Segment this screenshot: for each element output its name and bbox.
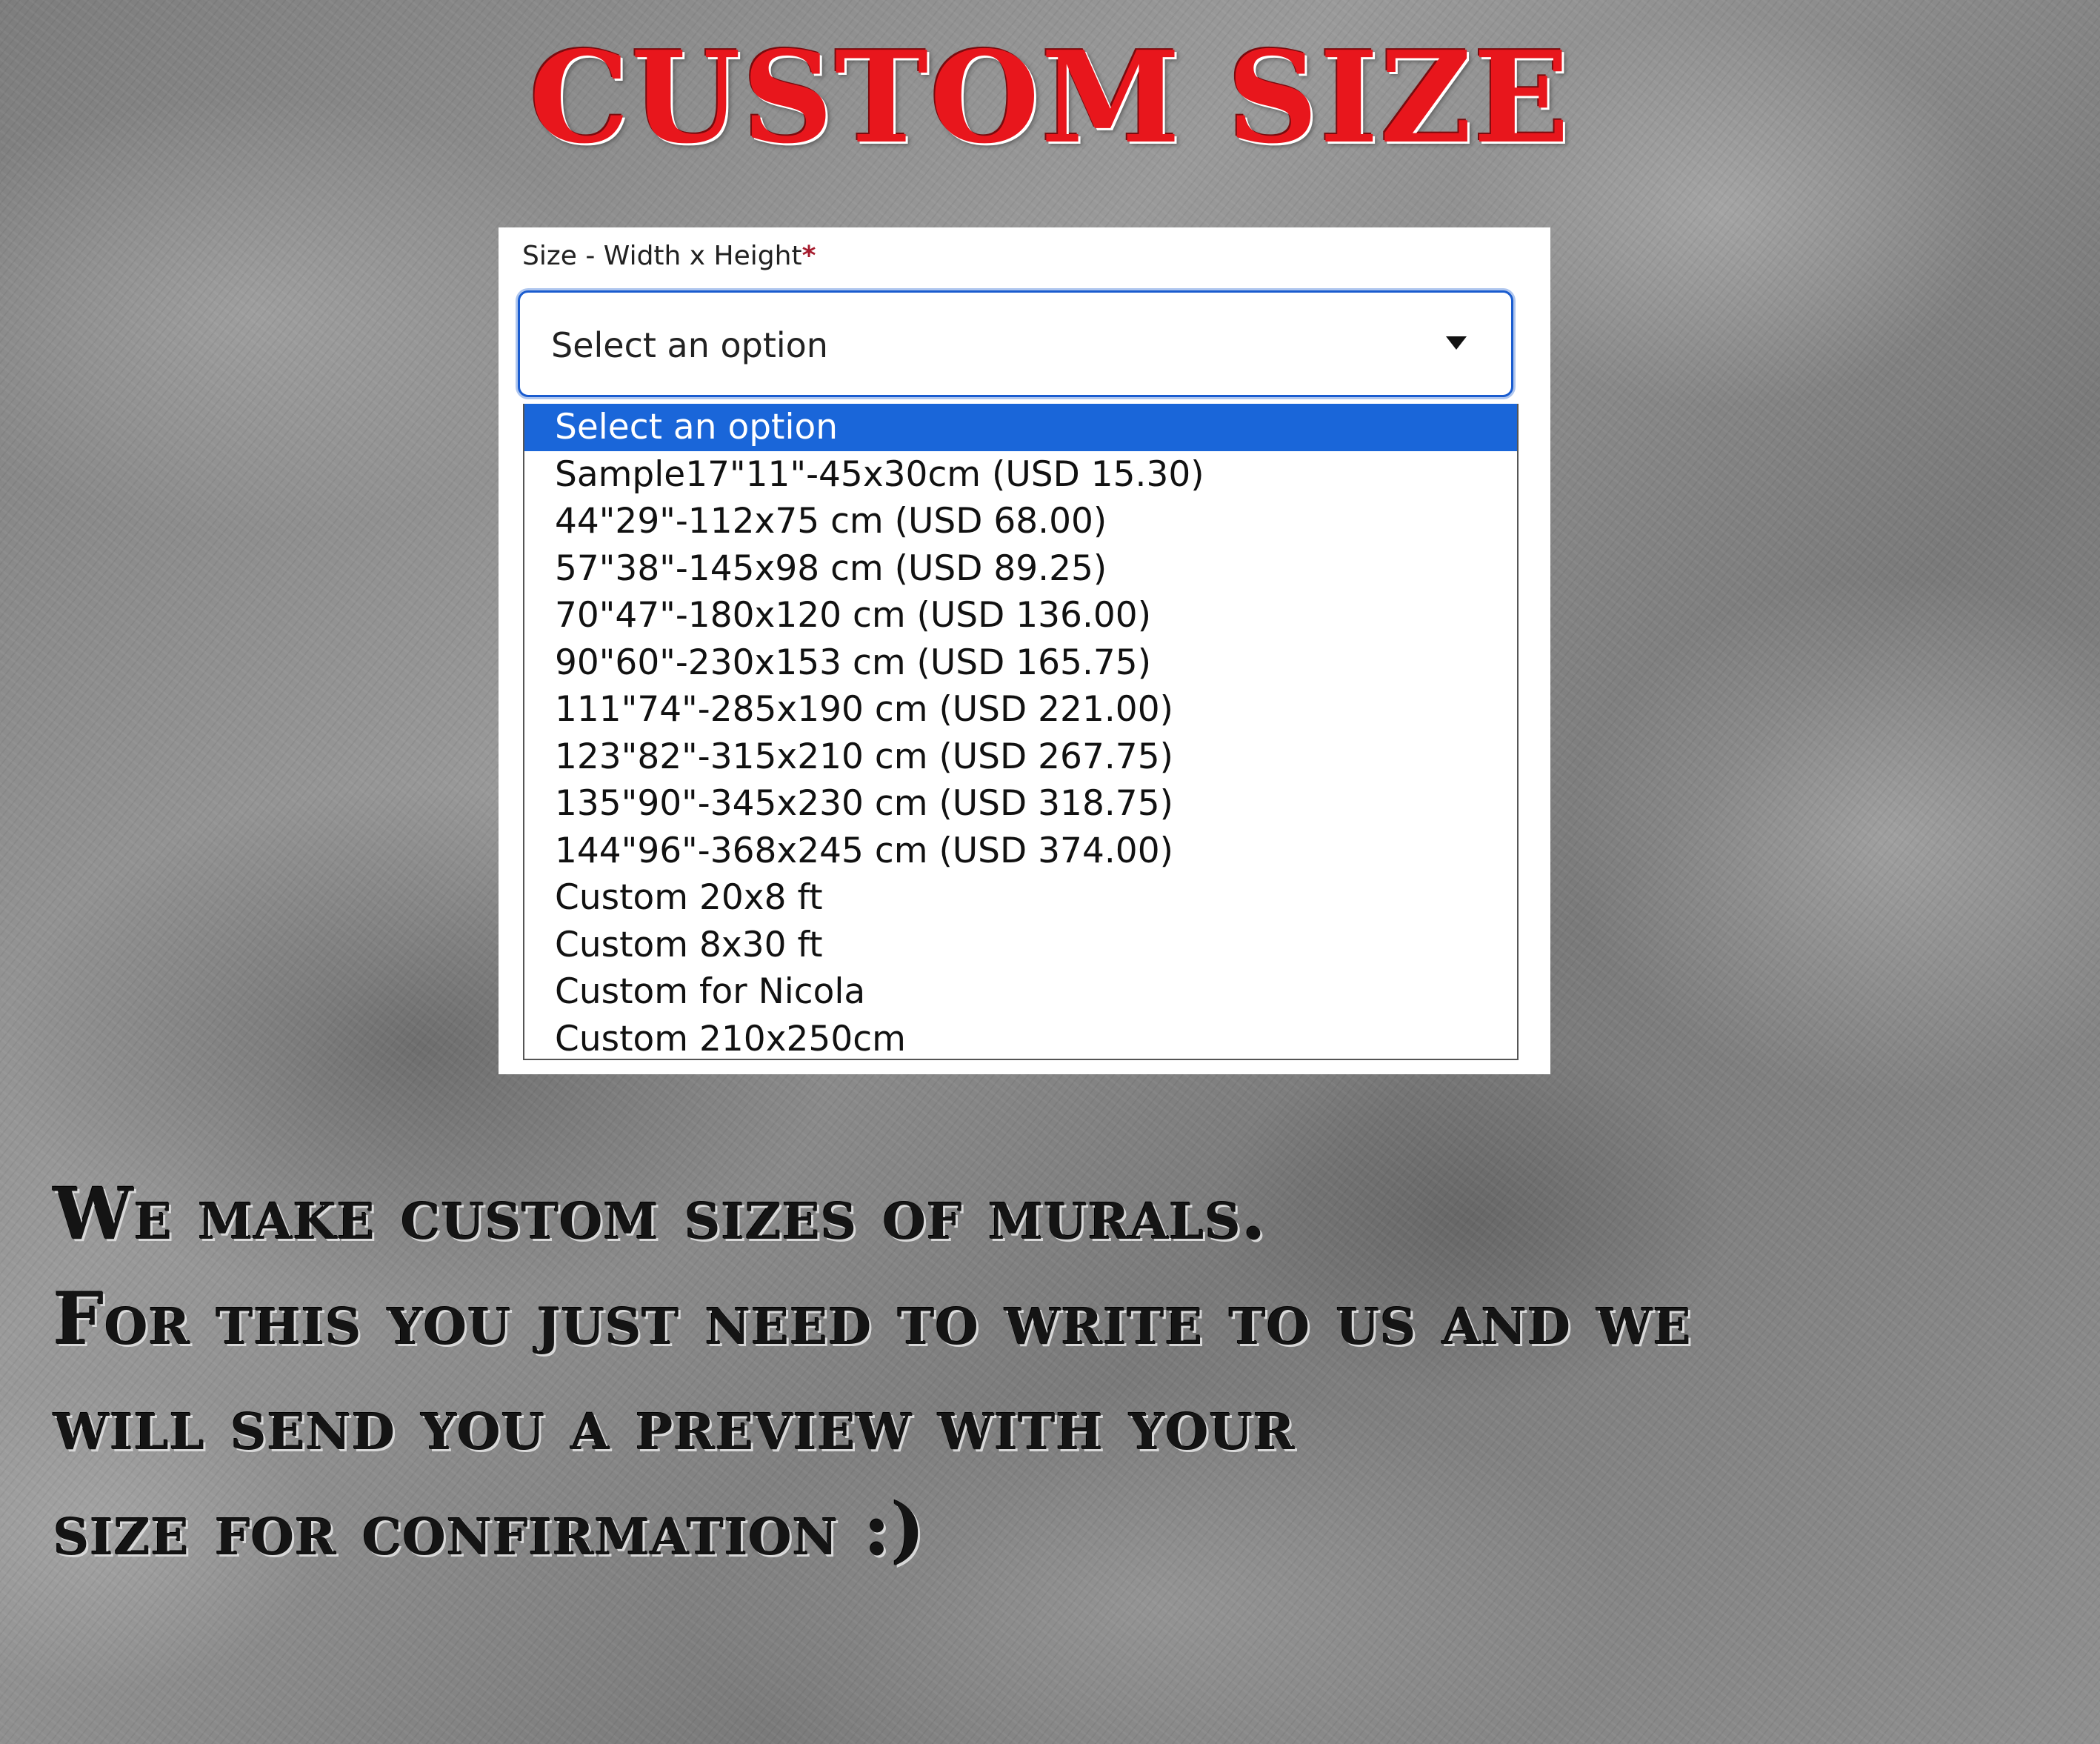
size-option[interactable]: Select an option (524, 404, 1517, 451)
size-option[interactable]: Sample17"11"-45x30cm (USD 15.30) (524, 451, 1517, 499)
size-option[interactable]: 111"74"-285x190 cm (USD 221.00) (524, 686, 1517, 733)
chevron-down-icon (1446, 336, 1467, 350)
size-select[interactable]: Select an option (518, 290, 1513, 397)
size-option[interactable]: Custom 20x8 ft (524, 874, 1517, 922)
page-title: CUSTOM SIZE (529, 24, 1571, 172)
size-select-value: Select an option (551, 325, 828, 365)
size-option[interactable]: 135"90"-345x230 cm (USD 318.75) (524, 780, 1517, 828)
size-option[interactable]: Custom 210x250cm (524, 1016, 1517, 1063)
custom-size-message: We make custom sizes of murals. For this … (53, 1162, 2083, 1582)
size-option[interactable]: 123"82"-315x210 cm (USD 267.75) (524, 733, 1517, 781)
size-select-panel: Size - Width x Height* Select an option … (499, 227, 1550, 1074)
size-option[interactable]: 44"29"-112x75 cm (USD 68.00) (524, 498, 1517, 545)
message-line: size for confirmation :) (53, 1488, 926, 1571)
required-star: * (801, 241, 816, 271)
size-field-label: Size - Width x Height* (522, 241, 816, 271)
size-option-list: Select an option Sample17"11"-45x30cm (US… (523, 404, 1519, 1060)
size-option[interactable]: 90"60"-230x153 cm (USD 165.75) (524, 639, 1517, 687)
message-line: For this you just need to write to us an… (53, 1277, 1692, 1361)
size-option[interactable]: 144"96"-368x245 cm (USD 374.00) (524, 828, 1517, 875)
size-option[interactable]: Custom 8x30 ft (524, 922, 1517, 969)
message-line: We make custom sizes of murals. (53, 1172, 1267, 1256)
size-option[interactable]: 70"47"-180x120 cm (USD 136.00) (524, 592, 1517, 639)
size-option[interactable]: 57"38"-145x98 cm (USD 89.25) (524, 545, 1517, 593)
size-field-label-text: Size - Width x Height (522, 241, 802, 271)
size-option[interactable]: Custom for Nicola (524, 968, 1517, 1016)
message-line: will send you a preview with your (53, 1382, 1296, 1466)
